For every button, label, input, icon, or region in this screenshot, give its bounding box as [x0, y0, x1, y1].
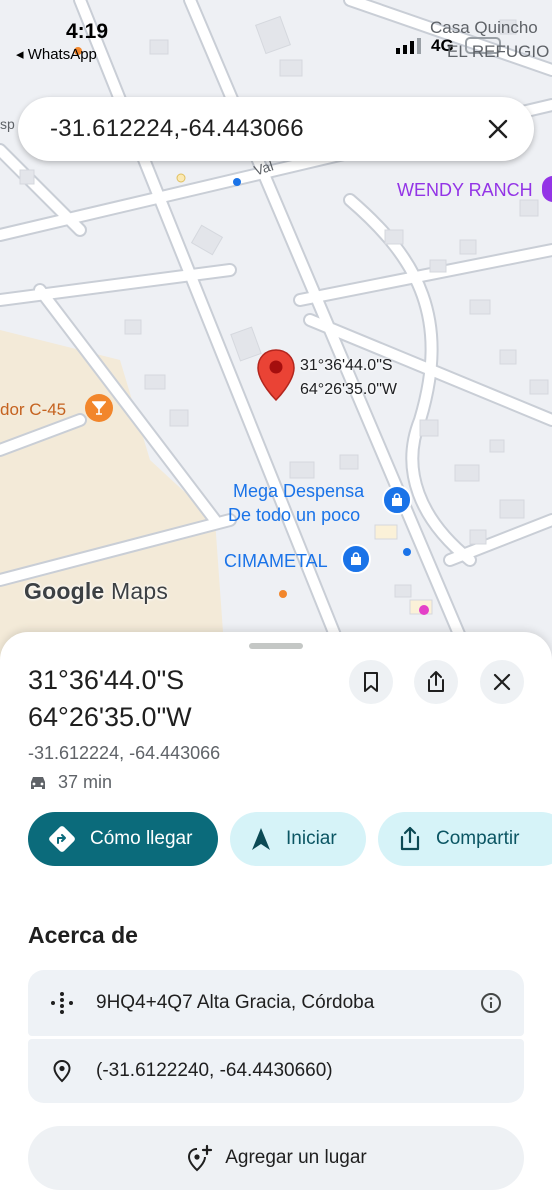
navigation-icon	[252, 828, 270, 850]
coordinates-row[interactable]: (-31.6122240, -64.4430660)	[28, 1039, 524, 1103]
car-icon	[31, 776, 45, 789]
share-icon	[400, 826, 420, 851]
sheet-drag-handle[interactable]	[249, 643, 303, 649]
start-label: Iniciar	[286, 828, 337, 849]
share-chip-button[interactable]: Compartir	[378, 812, 552, 866]
info-icon[interactable]	[480, 992, 502, 1014]
map-label-cimametal[interactable]: CIMAMETAL	[224, 551, 328, 572]
plus-code-icon	[51, 992, 73, 1014]
directions-icon	[49, 826, 75, 852]
map-label-mirador[interactable]: dor C-45	[0, 400, 66, 420]
place-title-lat: 31°36'44.0"S	[28, 665, 185, 695]
start-navigation-button[interactable]: Iniciar	[230, 812, 366, 866]
drive-time: 37 min	[28, 772, 112, 793]
clear-search-button[interactable]	[480, 111, 516, 147]
save-button[interactable]	[349, 660, 393, 704]
bookmark-icon	[364, 672, 378, 692]
directions-label: Cómo llegar	[90, 828, 193, 849]
search-input[interactable]: -31.612224,-64.443066	[50, 115, 304, 143]
search-bar[interactable]: -31.612224,-64.443066	[18, 97, 534, 161]
map-label-casa-quincho[interactable]: Casa Quincho	[430, 18, 538, 38]
decimal-coordinates[interactable]: -31.612224, -64.443066	[28, 743, 220, 764]
map-label-left-edge: sp	[0, 116, 15, 132]
add-place-button[interactable]: Agregar un lugar	[28, 1126, 524, 1190]
bar-marker-icon[interactable]	[85, 394, 113, 422]
shopping-bag-icon[interactable]	[341, 544, 371, 574]
logo-google: Google	[24, 578, 105, 604]
place-title: 31°36'44.0"S 64°26'35.0"W	[28, 662, 328, 736]
map-label-mega-despensa[interactable]: Mega Despensa	[233, 481, 364, 502]
directions-button[interactable]: Cómo llegar	[28, 812, 218, 866]
back-to-app-link[interactable]: ◂ WhatsApp	[16, 45, 97, 63]
logo-maps: Maps	[111, 578, 169, 604]
map-label-wendy-ranch[interactable]: WENDY RANCH	[397, 180, 533, 201]
shopping-bag-icon[interactable]	[382, 485, 412, 515]
add-location-icon	[188, 1144, 213, 1172]
map-label-mega-despensa-sub: De todo un poco	[228, 505, 361, 525]
close-icon	[488, 119, 508, 139]
place-title-lng: 64°26'35.0"W	[28, 702, 192, 732]
share-label: Compartir	[436, 828, 520, 849]
google-maps-logo: Google Maps	[24, 578, 168, 605]
close-icon	[493, 673, 511, 691]
about-section-title: Acerca de	[28, 922, 138, 948]
close-sheet-button[interactable]	[480, 660, 524, 704]
map-view[interactable]: 4:19 ◂ WhatsApp 4G Casa Quincho EL REFUG…	[0, 0, 552, 660]
share-button[interactable]	[414, 660, 458, 704]
drive-time-text: 37 min	[58, 772, 113, 792]
signal-icon	[396, 38, 421, 54]
add-place-label: Agregar un lugar	[225, 1147, 367, 1168]
status-time: 4:19	[66, 20, 109, 43]
location-pin-icon[interactable]	[256, 348, 296, 402]
plus-code-text: 9HQ4+4Q7 Alta Gracia, Córdoba	[96, 992, 375, 1013]
place-sheet: 31°36'44.0"S 64°26'35.0"W -31.612224, -6…	[0, 632, 552, 1200]
share-icon	[428, 671, 444, 692]
pin-latitude-label: 31°36'44.0"S	[300, 357, 393, 374]
map-label-el-refugio[interactable]: EL REFUGIO	[447, 42, 549, 62]
pin-longitude-label: 64°26'35.0"W	[300, 381, 397, 398]
plus-code-row[interactable]: 9HQ4+4Q7 Alta Gracia, Córdoba	[28, 970, 524, 1036]
location-pin-icon	[53, 1059, 71, 1083]
precise-coordinates-text: (-31.6122240, -64.4430660)	[96, 1060, 333, 1081]
